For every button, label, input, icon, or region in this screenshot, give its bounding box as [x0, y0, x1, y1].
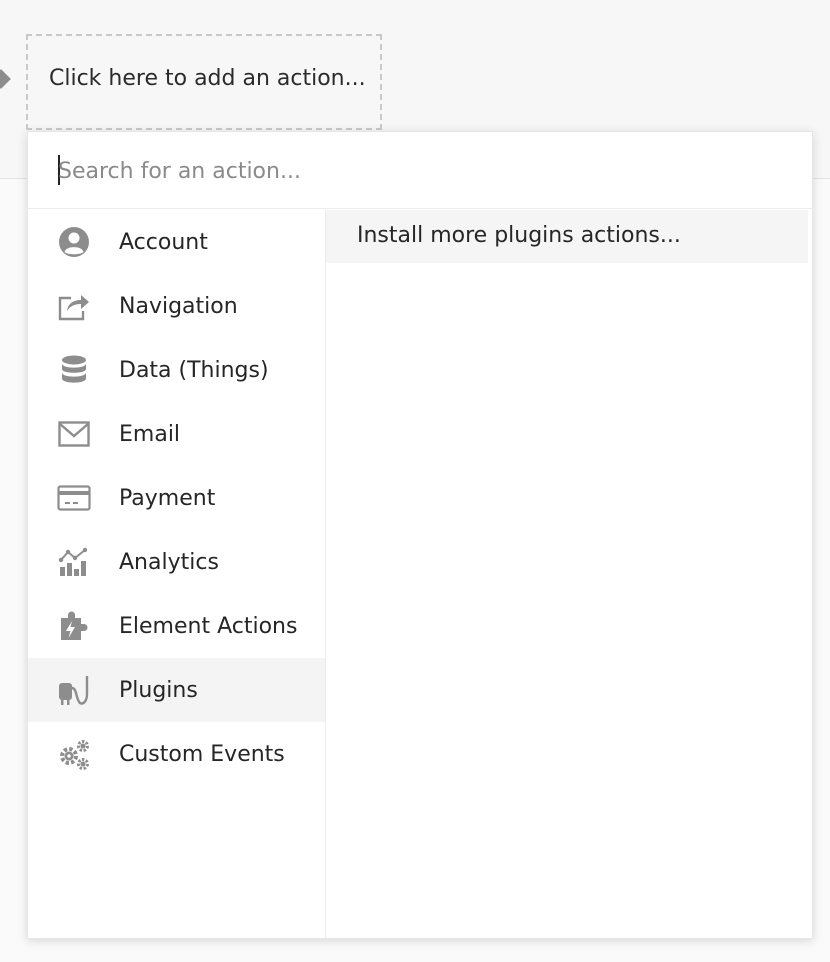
- chart-icon: [57, 546, 91, 578]
- category-label: Account: [119, 229, 208, 255]
- category-label: Data (Things): [119, 357, 269, 383]
- action-picker-dropdown: Account Navigation: [27, 131, 813, 939]
- action-option-label: Install more plugins actions...: [357, 223, 681, 248]
- gears-icon: [57, 738, 91, 770]
- add-action-label: Click here to add an action...: [49, 66, 366, 91]
- envelope-icon: [57, 418, 91, 450]
- category-item-payment[interactable]: Payment: [28, 466, 325, 530]
- action-search-input[interactable]: [58, 152, 778, 190]
- category-item-custom-events[interactable]: Custom Events: [28, 722, 325, 786]
- category-item-account[interactable]: Account: [28, 210, 325, 274]
- category-item-analytics[interactable]: Analytics: [28, 530, 325, 594]
- category-item-email[interactable]: Email: [28, 402, 325, 466]
- category-label: Payment: [119, 485, 216, 511]
- category-label: Plugins: [119, 677, 198, 703]
- workflow-canvas: Click here to add an action... Account: [0, 0, 830, 962]
- category-label: Analytics: [119, 549, 219, 575]
- category-item-plugins[interactable]: Plugins: [28, 658, 325, 722]
- plug-icon: [57, 674, 91, 706]
- database-icon: [57, 354, 91, 386]
- category-label: Navigation: [119, 293, 238, 319]
- share-arrow-icon: [57, 290, 91, 322]
- category-label: Custom Events: [119, 741, 285, 767]
- add-action-placeholder[interactable]: Click here to add an action...: [26, 34, 382, 130]
- user-circle-icon: [57, 226, 91, 258]
- credit-card-icon: [57, 482, 91, 514]
- category-item-data-things[interactable]: Data (Things): [28, 338, 325, 402]
- category-item-element-actions[interactable]: Element Actions: [28, 594, 325, 658]
- search-row: [28, 132, 812, 209]
- puzzle-bolt-icon: [57, 610, 91, 642]
- category-label: Element Actions: [119, 613, 298, 639]
- category-label: Email: [119, 421, 181, 447]
- install-more-plugins-option[interactable]: Install more plugins actions...: [326, 210, 808, 263]
- category-item-navigation[interactable]: Navigation: [28, 274, 325, 338]
- actions-pane: Install more plugins actions...: [326, 210, 812, 938]
- action-category-list: Account Navigation Data (Things) Email P…: [28, 210, 326, 938]
